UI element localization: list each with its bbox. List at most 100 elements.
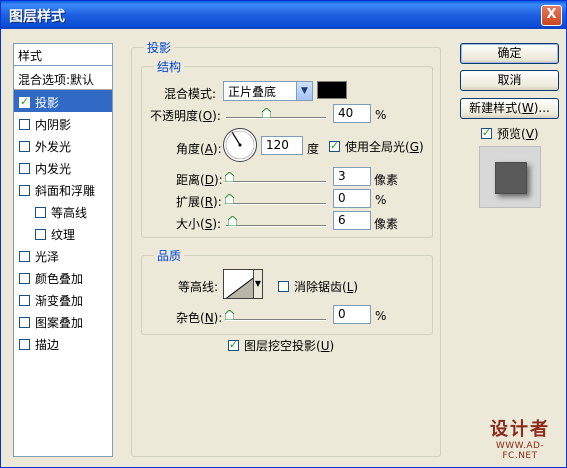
angle-input[interactable]: 120 (261, 136, 303, 155)
knockout-checkbox[interactable]: 图层挖空投影(U) (228, 337, 334, 354)
use-global-light-label: 使用全局光(G) (345, 140, 424, 154)
noise-unit: % (375, 309, 387, 323)
style-list-item[interactable]: 纹理 (30, 222, 112, 244)
angle-unit: 度 (307, 142, 320, 156)
size-label: 大小(S): (176, 217, 222, 231)
chevron-down-icon: ▼ (296, 82, 312, 100)
style-list-item[interactable]: 光泽 (14, 244, 112, 266)
watermark-logo: 设计者 WWW.AD-FC.NET (482, 415, 558, 461)
style-list-item[interactable]: 内发光 (14, 156, 112, 178)
style-list-item[interactable]: 图案叠加 (14, 310, 112, 332)
style-list-item-label: 内发光 (35, 162, 72, 176)
distance-slider[interactable] (226, 181, 326, 183)
new-style-button[interactable]: 新建样式(W)... (460, 98, 559, 119)
check-icon (329, 139, 340, 152)
style-preview (479, 146, 541, 208)
opacity-slider-thumb[interactable] (262, 108, 271, 118)
opacity-slider[interactable] (226, 117, 326, 119)
spread-slider-thumb[interactable] (225, 194, 234, 204)
spread-label: 扩展(R): (176, 195, 222, 209)
style-list-item-label: 内阴影 (35, 118, 72, 132)
dialog-title: 图层样式 (9, 9, 65, 25)
knockout-label: 图层挖空投影(U) (244, 339, 335, 353)
style-list-item-label: 颜色叠加 (35, 272, 84, 286)
quality-title: 品质 (154, 247, 185, 264)
checkbox-icon[interactable] (35, 229, 46, 240)
use-global-light-checkbox[interactable]: 使用全局光(G) (329, 138, 424, 155)
opacity-label: 不透明度(O): (150, 109, 221, 123)
preview-thumbnail (495, 162, 527, 194)
style-list-item[interactable]: 外发光 (14, 134, 112, 156)
style-list-item[interactable]: 内阴影 (14, 112, 112, 134)
close-icon: X (546, 7, 557, 22)
style-list-item-label: 等高线 (51, 206, 88, 220)
style-list-item-label: 纹理 (51, 228, 76, 242)
check-icon[interactable] (19, 95, 30, 108)
checkbox-icon[interactable] (19, 163, 30, 174)
style-list-item-label: 外发光 (35, 140, 72, 154)
watermark-title: 设计者 (490, 419, 550, 440)
spread-unit: % (375, 193, 387, 207)
checkbox-icon[interactable] (19, 141, 30, 152)
spread-input[interactable]: 0 (333, 189, 371, 208)
style-list-item-label: 描边 (35, 338, 60, 352)
check-icon (481, 126, 492, 139)
layer-style-dialog: 图层样式 X 样式 混合选项:默认 投影内阴影外发光内发光斜面和浮雕等高线纹理光… (0, 0, 567, 468)
noise-label: 杂色(N): (176, 311, 223, 325)
checkbox-icon[interactable] (19, 339, 30, 350)
distance-unit: 像素 (374, 173, 399, 187)
styles-list-header[interactable]: 样式 (14, 44, 112, 66)
checkbox-icon[interactable] (19, 273, 30, 284)
size-input[interactable]: 6 (333, 211, 371, 230)
blend-mode-value: 正片叠底 (228, 85, 277, 99)
checkbox-icon (278, 281, 289, 292)
angle-dial[interactable] (223, 128, 257, 162)
preview-checkbox[interactable]: 预览(V) (481, 125, 539, 142)
style-list-item[interactable]: 描边 (14, 332, 112, 354)
check-icon (228, 338, 239, 351)
style-list-item-label: 图案叠加 (35, 316, 84, 330)
style-list-item[interactable]: 颜色叠加 (14, 266, 112, 288)
style-list-item[interactable]: 等高线 (30, 200, 112, 222)
checkbox-icon[interactable] (35, 207, 46, 218)
noise-slider-thumb[interactable] (225, 310, 234, 320)
spread-slider[interactable] (226, 203, 326, 205)
opacity-input[interactable]: 40 (333, 104, 371, 123)
shadow-color-swatch[interactable] (317, 81, 347, 99)
checkbox-icon[interactable] (19, 317, 30, 328)
size-unit: 像素 (374, 217, 399, 231)
distance-label: 距离(D): (176, 173, 223, 187)
watermark-url: WWW.AD-FC.NET (495, 441, 545, 461)
checkbox-icon[interactable] (19, 185, 30, 196)
style-list-item-label: 斜面和浮雕 (35, 184, 96, 198)
style-list-item[interactable]: 斜面和浮雕 (14, 178, 112, 200)
title-bar: 图层样式 X (1, 1, 566, 29)
close-button[interactable]: X (541, 5, 562, 26)
size-slider[interactable] (226, 225, 326, 227)
style-list-item[interactable]: 投影 (14, 90, 112, 112)
style-list-item[interactable]: 渐变叠加 (14, 288, 112, 310)
checkbox-icon[interactable] (19, 251, 30, 262)
checkbox-icon[interactable] (19, 295, 30, 306)
style-list-item-label: 投影 (35, 96, 60, 110)
angle-label: 角度(A): (176, 142, 222, 156)
checkbox-icon[interactable] (19, 119, 30, 130)
contour-label: 等高线: (178, 280, 219, 294)
blending-options-default[interactable]: 混合选项:默认 (14, 68, 112, 90)
cancel-button[interactable]: 取消 (460, 70, 559, 91)
anti-aliased-checkbox[interactable]: 消除锯齿(L) (278, 278, 358, 295)
preview-label: 预览(V) (497, 127, 539, 141)
blend-mode-select[interactable]: 正片叠底 ▼ (223, 81, 313, 101)
drop-shadow-title: 投影 (144, 39, 175, 56)
contour-dropdown[interactable]: ▼ (253, 269, 263, 299)
noise-input[interactable]: 0 (333, 305, 371, 324)
size-slider-thumb[interactable] (228, 216, 237, 226)
distance-input[interactable]: 3 (333, 167, 371, 186)
distance-slider-thumb[interactable] (225, 172, 234, 182)
anti-aliased-label: 消除锯齿(L) (294, 280, 359, 294)
noise-slider[interactable] (226, 319, 326, 321)
structure-title: 结构 (154, 58, 185, 75)
opacity-unit: % (375, 108, 387, 122)
ok-button[interactable]: 确定 (460, 43, 559, 64)
styles-list: 样式 混合选项:默认 投影内阴影外发光内发光斜面和浮雕等高线纹理光泽颜色叠加渐变… (13, 43, 113, 457)
